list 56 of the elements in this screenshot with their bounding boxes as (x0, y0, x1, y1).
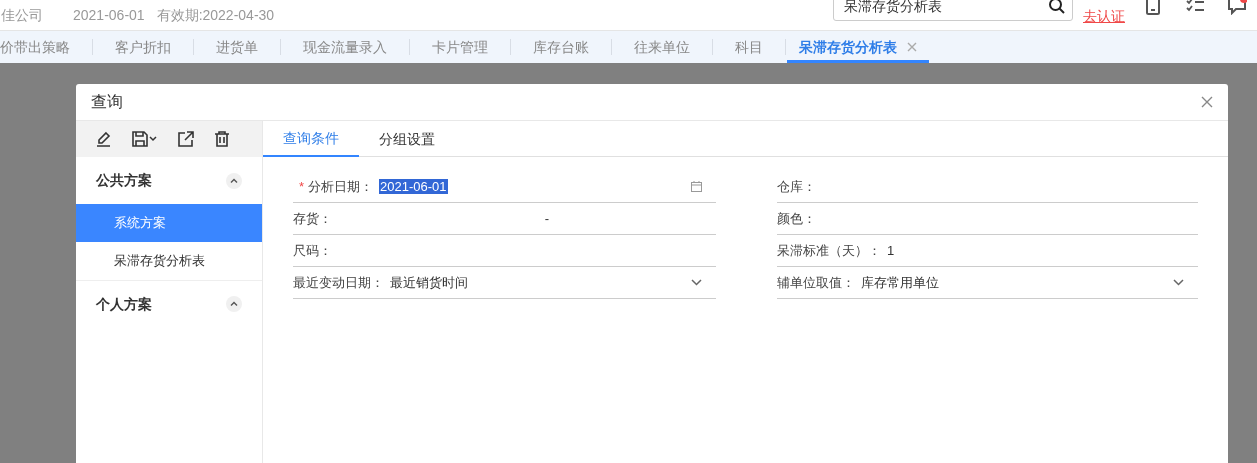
search-icon[interactable] (1048, 0, 1066, 15)
range-separator: - (543, 209, 551, 228)
scheme-item[interactable]: 系统方案 (76, 204, 262, 242)
required-mark: * (299, 177, 305, 196)
field-label: 分析日期： (308, 177, 374, 196)
checklist-icon[interactable] (1186, 0, 1204, 14)
tab[interactable]: 客户折扣 (93, 31, 193, 63)
field-value: 1 (887, 242, 895, 258)
field-value: 2021-06-01 (379, 178, 448, 194)
tab[interactable]: 往来单位 (612, 31, 712, 63)
tab[interactable]: 库存台账 (511, 31, 611, 63)
scheme-item[interactable]: 呆滞存货分析表 (76, 242, 262, 280)
group-title: 个人方案 (96, 294, 152, 314)
save-icon[interactable] (132, 131, 158, 147)
field-label: 颜色： (777, 209, 816, 228)
input-field[interactable]: 仓库： (777, 171, 1198, 203)
input-field[interactable]: 尺码： (293, 235, 716, 267)
group-title: 公共方案 (96, 171, 152, 190)
field-label: 尺码： (293, 241, 332, 260)
dropdown-field[interactable]: 最近变动日期： 最近销货时间 (293, 267, 716, 299)
collapse-icon[interactable] (226, 172, 242, 189)
company-name: 佳公司 (1, 5, 43, 25)
field-value: 库存常用单位 (861, 274, 939, 290)
chevron-down-icon[interactable] (1173, 279, 1184, 286)
input-field[interactable]: 存货： - (293, 203, 716, 235)
collapse-icon[interactable] (226, 296, 242, 312)
tab[interactable]: 科目 (713, 31, 785, 63)
input-field[interactable]: * 分析日期： 2021-06-01 (293, 171, 716, 203)
phone-icon[interactable] (1146, 0, 1160, 16)
field-label: 最近变动日期： (293, 273, 384, 292)
date-text: 2021-06-01 (73, 5, 145, 25)
dropdown-field[interactable]: 辅单位取值： 库存常用单位 (777, 267, 1198, 299)
close-icon[interactable] (1201, 96, 1213, 108)
message-icon[interactable] (1227, 0, 1247, 15)
dialog-title: 查询 (91, 92, 123, 112)
tab[interactable]: 呆滞存货分析表 (787, 31, 929, 63)
chevron-down-icon[interactable] (691, 279, 702, 286)
field-label: 存货： (293, 209, 332, 228)
field-label: 呆滞标准（天）： (777, 241, 881, 260)
tab[interactable]: 价带出策略 (0, 31, 92, 63)
tab[interactable]: 进货单 (194, 31, 280, 63)
validity-text: 有效期:2022-04-30 (156, 5, 275, 25)
pencil-icon[interactable] (96, 131, 112, 147)
export-icon[interactable] (178, 131, 194, 147)
input-field[interactable]: 呆滞标准（天）： 1 (777, 235, 1198, 267)
tab[interactable]: 查询条件 (263, 121, 359, 157)
field-label: 仓库： (777, 177, 816, 196)
field-value: 最近销货时间 (390, 274, 468, 290)
field-label: 辅单位取值： (777, 273, 855, 292)
tab[interactable]: 现金流量录入 (281, 31, 409, 63)
input-field[interactable]: 颜色： (777, 203, 1198, 235)
verify-link[interactable]: 去认证 (1083, 6, 1125, 27)
calendar-icon[interactable] (691, 181, 702, 192)
tab[interactable]: 卡片管理 (410, 31, 510, 63)
trash-icon[interactable] (214, 131, 230, 147)
tab[interactable]: 分组设置 (359, 121, 455, 157)
